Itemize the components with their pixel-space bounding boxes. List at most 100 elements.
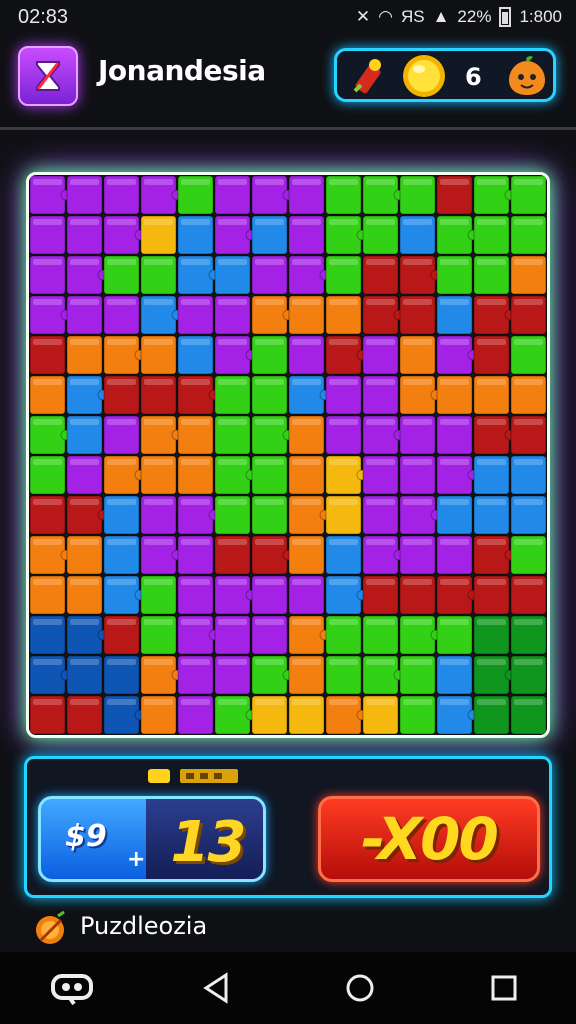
- piece-highlight: [292, 539, 321, 545]
- piece-highlight: [255, 459, 284, 465]
- piece-highlight: [440, 339, 469, 345]
- firework-icon[interactable]: [347, 57, 391, 101]
- piece-highlight: [477, 659, 506, 665]
- header-divider: [0, 127, 576, 130]
- puzzle-board[interactable]: [26, 172, 550, 738]
- piece-highlight: [33, 699, 62, 705]
- piece-highlight: [33, 659, 62, 665]
- piece-highlight: [329, 499, 358, 505]
- home-icon[interactable]: [330, 963, 390, 1013]
- piece-highlight: [292, 619, 321, 625]
- piece-highlight: [477, 459, 506, 465]
- piece-highlight: [181, 379, 210, 385]
- piece-highlight: [329, 179, 358, 185]
- piece-highlight: [514, 459, 543, 465]
- piece-highlight: [514, 659, 543, 665]
- overview-icon[interactable]: [474, 963, 534, 1013]
- piece-highlight: [292, 219, 321, 225]
- wifi-icon: ◠: [378, 7, 393, 26]
- header: Jonandesia 6: [0, 34, 576, 128]
- penalty-button[interactable]: -X00: [318, 796, 540, 882]
- piece-highlight: [144, 339, 173, 345]
- piece-highlight: [514, 299, 543, 305]
- piece-highlight: [181, 339, 210, 345]
- resource-panel: 6: [334, 48, 556, 102]
- piece-highlight: [514, 259, 543, 265]
- ticket-icon: [146, 763, 242, 791]
- piece-highlight: [329, 699, 358, 705]
- piece-highlight: [144, 579, 173, 585]
- hourglass-icon[interactable]: [18, 46, 78, 106]
- piece-highlight: [181, 179, 210, 185]
- piece-highlight: [144, 699, 173, 705]
- piece-highlight: [366, 219, 395, 225]
- piece-highlight: [514, 579, 543, 585]
- piece-highlight: [329, 259, 358, 265]
- piece-highlight: [33, 219, 62, 225]
- piece-highlight: [403, 619, 432, 625]
- piece-highlight: [514, 619, 543, 625]
- piece-highlight: [514, 179, 543, 185]
- piece-highlight: [477, 339, 506, 345]
- recent-icon[interactable]: [42, 963, 102, 1013]
- piece-highlight: [33, 579, 62, 585]
- piece-highlight: [440, 579, 469, 585]
- piece-highlight: [70, 659, 99, 665]
- piece-highlight: [366, 379, 395, 385]
- piece-highlight: [255, 339, 284, 345]
- piece-highlight: [181, 499, 210, 505]
- piece-highlight: [329, 659, 358, 665]
- piece-highlight: [144, 259, 173, 265]
- piece-highlight: [514, 419, 543, 425]
- piece-highlight: [329, 419, 358, 425]
- piece-highlight: [33, 299, 62, 305]
- piece-highlight: [403, 179, 432, 185]
- piece-highlight: [403, 539, 432, 545]
- piece-highlight: [107, 259, 136, 265]
- piece-highlight: [107, 459, 136, 465]
- piece-highlight: [218, 339, 247, 345]
- piece-highlight: [70, 579, 99, 585]
- app-title: Jonandesia: [98, 54, 266, 87]
- piece-highlight: [366, 459, 395, 465]
- piece-highlight: [255, 499, 284, 505]
- piece-highlight: [440, 419, 469, 425]
- piece-highlight: [477, 299, 506, 305]
- piece-highlight: [440, 179, 469, 185]
- piece-highlight: [33, 499, 62, 505]
- piece-highlight: [292, 699, 321, 705]
- piece-highlight: [366, 299, 395, 305]
- puzzle-grid[interactable]: [29, 175, 547, 735]
- piece-highlight: [144, 419, 173, 425]
- piece-highlight: [107, 419, 136, 425]
- piece-highlight: [218, 299, 247, 305]
- piece-highlight: [107, 619, 136, 625]
- score-button[interactable]: $9 + 13: [38, 796, 266, 882]
- piece-highlight: [255, 419, 284, 425]
- piece-highlight: [403, 699, 432, 705]
- piece-highlight: [292, 579, 321, 585]
- piece-highlight: [292, 379, 321, 385]
- back-icon[interactable]: [186, 963, 246, 1013]
- piece-highlight: [255, 619, 284, 625]
- piece-highlight: [366, 539, 395, 545]
- piece-highlight: [218, 579, 247, 585]
- piece-highlight: [366, 339, 395, 345]
- score-prefix: $9: [65, 819, 107, 854]
- piece-highlight: [33, 419, 62, 425]
- piece-highlight: [218, 499, 247, 505]
- piece-highlight: [218, 459, 247, 465]
- battery-percent: 22%: [457, 7, 492, 26]
- piece-highlight: [181, 539, 210, 545]
- piece-highlight: [477, 619, 506, 625]
- status-bar: 02:83 ✕ ◠ ЯS ▲ 22% 1:800: [0, 0, 576, 34]
- piece-highlight: [477, 699, 506, 705]
- system-nav-bar: [0, 952, 576, 1024]
- piece-highlight: [329, 579, 358, 585]
- piece-highlight: [181, 419, 210, 425]
- fruit-mascot-icon[interactable]: [505, 55, 549, 101]
- piece-highlight: [181, 459, 210, 465]
- piece-highlight: [70, 539, 99, 545]
- piece-highlight: [33, 379, 62, 385]
- piece-highlight: [440, 619, 469, 625]
